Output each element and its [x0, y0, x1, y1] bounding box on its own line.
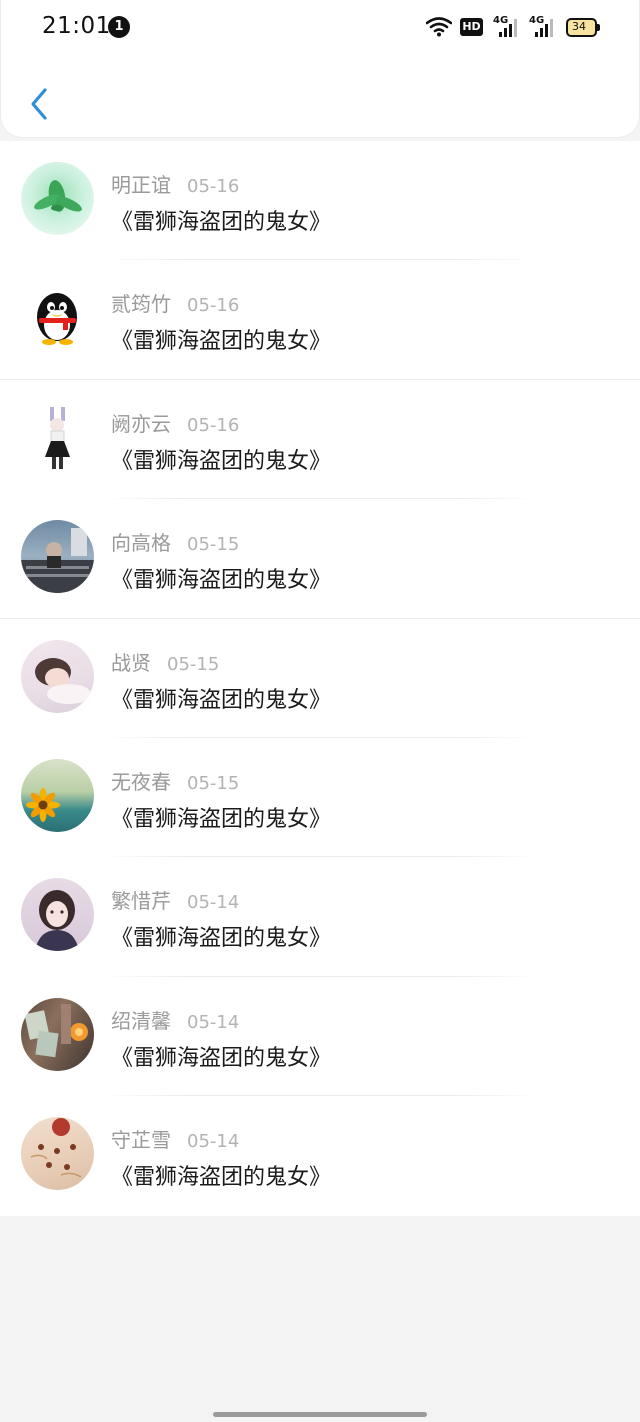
avatar[interactable] [21, 878, 94, 952]
book-title: 《雷狮海盗团的鬼女》 [111, 210, 332, 235]
name-text: 绍清馨 [111, 1008, 171, 1033]
home-indicator[interactable] [213, 1412, 427, 1417]
list-item[interactable]: 贰筠竹 05-16 《雷狮海盗团的鬼女》 [0, 260, 640, 381]
avatar[interactable] [21, 162, 94, 235]
comment-date: 05-15 [187, 534, 240, 556]
chevron-left-icon [31, 88, 47, 120]
status-bar: 21:01 1 HD 4G 4G 34 [1, 0, 640, 56]
comment-date: 05-15 [187, 773, 240, 794]
book-title: 《雷狮海盗团的鬼女》 [111, 1165, 332, 1191]
list-item[interactable]: 守芷雪 05-14 《雷狮海盗团的鬼女》 [0, 1096, 640, 1215]
signal-icon-1: 4G [493, 15, 519, 39]
signal-icon-2: 4G [529, 15, 555, 39]
name-text: 明正谊 [111, 173, 171, 197]
book-title: 《雷狮海盗团的鬼女》 [111, 926, 332, 952]
avatar[interactable] [21, 639, 94, 713]
avatar[interactable] [21, 281, 94, 355]
book-title: 《雷狮海盗团的鬼女》 [111, 329, 332, 355]
battery-icon: 34 [566, 18, 600, 37]
list-item[interactable]: 阙亦云 05-16 《雷狮海盗团的鬼女》 [0, 380, 640, 500]
book-title: 《雷狮海盗团的鬼女》 [111, 1045, 332, 1071]
book-title: 《雷狮海盗团的鬼女》 [111, 807, 332, 832]
list-item[interactable]: 无夜春 05-15 《雷狮海盗团的鬼女》 [0, 738, 640, 858]
avatar[interactable] [21, 997, 94, 1071]
status-time: 21:01 [42, 13, 111, 39]
avatar[interactable] [21, 1117, 94, 1191]
comment-list: 明正谊 05-16 《雷狮海盗团的鬼女》 贰筠竹 05-16 《雷狮海盗团的鬼女》 [0, 141, 640, 1216]
commenter-name: 繁惜芹 05-14 [111, 885, 239, 914]
back-button[interactable] [19, 82, 59, 126]
book-title: 《雷狮海盗团的鬼女》 [111, 568, 332, 594]
commenter-name: 守芷雪 05-14 [111, 1124, 239, 1153]
comment-date: 05-14 [187, 892, 240, 914]
name-text: 繁惜芹 [111, 889, 171, 914]
commenter-name: 无夜春 05-15 [111, 766, 239, 795]
list-item[interactable]: 战贤 05-15 《雷狮海盗团的鬼女》 [0, 619, 640, 739]
hd-icon: HD [460, 18, 483, 36]
top-header: 21:01 1 HD 4G 4G 34 [0, 0, 640, 138]
avatar[interactable] [21, 400, 94, 474]
comment-date: 05-15 [167, 653, 220, 675]
book-title: 《雷狮海盗团的鬼女》 [111, 687, 332, 713]
list-item[interactable]: 繁惜芹 05-14 《雷狮海盗团的鬼女》 [0, 857, 640, 978]
commenter-name: 绍清馨 05-14 [111, 1005, 239, 1034]
commenter-name: 阙亦云 05-16 [111, 408, 239, 437]
name-text: 贰筠竹 [111, 292, 171, 317]
avatar[interactable] [21, 759, 94, 832]
name-text: 向高格 [111, 531, 171, 556]
commenter-name: 战贤 05-15 [111, 647, 219, 676]
comment-date: 05-16 [187, 414, 240, 436]
wifi-icon [426, 17, 452, 37]
name-text: 战贤 [111, 650, 151, 675]
comment-date: 05-16 [187, 176, 240, 197]
book-title: 《雷狮海盗团的鬼女》 [111, 448, 332, 474]
comment-date: 05-14 [187, 1131, 240, 1153]
commenter-name: 明正谊 05-16 [111, 169, 239, 198]
list-item[interactable]: 明正谊 05-16 《雷狮海盗团的鬼女》 [0, 141, 640, 261]
comment-date: 05-16 [187, 295, 240, 317]
name-text: 阙亦云 [111, 411, 171, 436]
commenter-name: 向高格 05-15 [111, 527, 239, 556]
list-item[interactable]: 绍清馨 05-14 《雷狮海盗团的鬼女》 [0, 977, 640, 1097]
notification-badge: 1 [108, 16, 130, 38]
name-text: 无夜春 [111, 770, 171, 794]
battery-level: 34 [572, 20, 586, 33]
list-item[interactable]: 向高格 05-15 《雷狮海盗团的鬼女》 [0, 499, 640, 619]
name-text: 守芷雪 [111, 1128, 171, 1153]
commenter-name: 贰筠竹 05-16 [111, 288, 239, 317]
comment-date: 05-14 [187, 1011, 240, 1033]
avatar[interactable] [21, 520, 94, 594]
